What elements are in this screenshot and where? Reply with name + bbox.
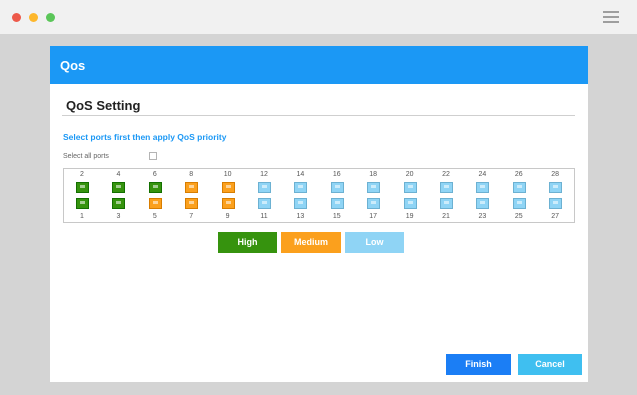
finish-button[interactable]: Finish	[446, 354, 511, 375]
port-number-label: 25	[514, 213, 523, 220]
instruction-text: Select ports first then apply QoS priori…	[63, 132, 227, 142]
maximize-window-icon[interactable]	[46, 13, 55, 22]
port-28-icon[interactable]	[549, 182, 563, 193]
port-7-icon[interactable]	[185, 198, 199, 209]
port-11-icon[interactable]	[258, 198, 271, 209]
port-10-icon[interactable]	[221, 182, 235, 193]
port-2-icon[interactable]	[76, 182, 89, 193]
medium-priority-button[interactable]: Medium	[281, 232, 341, 253]
port-number-label: 28	[551, 171, 560, 178]
port-5-icon[interactable]	[148, 198, 162, 209]
port-number-label: 17	[369, 213, 378, 220]
low-priority-button[interactable]: Low	[345, 232, 404, 253]
port-number-label: 4	[116, 171, 121, 178]
browser-titlebar	[0, 0, 637, 34]
port-9-icon[interactable]	[221, 198, 235, 209]
port-12-icon[interactable]	[258, 182, 271, 193]
port-24-icon[interactable]	[476, 182, 490, 193]
port-26-icon[interactable]	[512, 182, 526, 193]
port-19-icon[interactable]	[403, 198, 417, 209]
port-3-icon[interactable]	[112, 198, 126, 209]
port-number-label: 11	[260, 213, 268, 220]
port-number-label: 21	[442, 213, 450, 220]
port-8-icon[interactable]	[185, 182, 199, 193]
port-number-label: 2	[80, 171, 84, 178]
port-number-label: 13	[296, 213, 305, 220]
port-number-label: 14	[296, 171, 305, 178]
port-20-icon[interactable]	[403, 182, 417, 193]
port-number-label: 20	[405, 171, 414, 178]
port-25-icon[interactable]	[512, 198, 526, 209]
port-number-label: 27	[551, 213, 560, 220]
port-14-icon[interactable]	[294, 182, 308, 193]
port-16-icon[interactable]	[330, 182, 344, 193]
port-number-label: 15	[332, 213, 341, 220]
port-17-icon[interactable]	[367, 198, 381, 209]
port-number-label: 18	[369, 171, 378, 178]
port-number-label: 7	[189, 213, 194, 220]
section-divider	[62, 115, 575, 116]
port-number-label: 12	[260, 171, 268, 178]
port-number-label: 5	[152, 213, 157, 220]
window-header: Qos	[50, 46, 588, 84]
menu-icon[interactable]	[603, 11, 619, 23]
port-13-icon[interactable]	[294, 198, 308, 209]
select-all-label: Select all ports	[63, 153, 109, 160]
port-number-label: 23	[478, 213, 487, 220]
port-22-icon[interactable]	[440, 182, 453, 193]
port-number-label: 6	[152, 171, 157, 178]
port-27-icon[interactable]	[549, 198, 563, 209]
window-title: Qos	[60, 58, 86, 73]
cancel-button[interactable]: Cancel	[518, 354, 582, 375]
port-1-icon[interactable]	[76, 198, 89, 209]
port-number-label: 9	[225, 213, 230, 220]
port-number-label: 22	[442, 171, 450, 178]
port-number-label: 8	[189, 171, 194, 178]
port-18-icon[interactable]	[367, 182, 381, 193]
port-21-icon[interactable]	[440, 198, 453, 209]
port-number-label: 24	[478, 171, 487, 178]
port-number-label: 1	[80, 213, 84, 220]
high-priority-button[interactable]: High	[218, 232, 277, 253]
section-title: QoS Setting	[66, 98, 141, 113]
minimize-window-icon[interactable]	[29, 13, 38, 22]
port-number-label: 10	[223, 171, 232, 178]
port-15-icon[interactable]	[330, 198, 344, 209]
port-number-label: 3	[116, 213, 121, 220]
select-all-checkbox[interactable]	[149, 152, 157, 160]
port-panel: 2 4 6 8 10 12 14 16 18 20 22 24 26 28 1 3 5 7 9 11 13 15 17 19 2…	[63, 168, 575, 223]
close-window-icon[interactable]	[12, 13, 21, 22]
port-number-label: 19	[405, 213, 414, 220]
port-23-icon[interactable]	[476, 198, 490, 209]
port-4-icon[interactable]	[112, 182, 126, 193]
port-number-label: 16	[332, 171, 341, 178]
qos-window: Qos QoS Setting Select ports first then …	[50, 46, 588, 382]
port-6-icon[interactable]	[148, 182, 162, 193]
port-number-label: 26	[514, 171, 523, 178]
